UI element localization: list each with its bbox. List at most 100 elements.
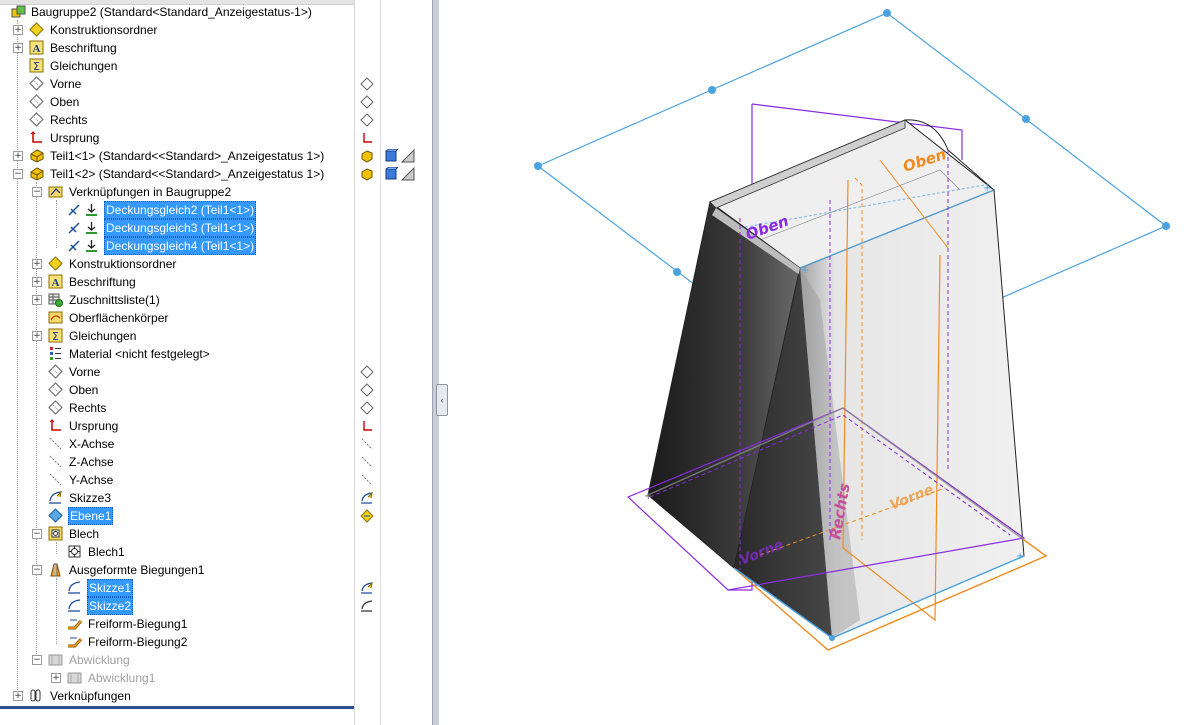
tree-item-p-vorne[interactable]: Vorne [0,363,354,381]
mates-icon [30,689,41,702]
plane-status-icon [360,95,374,109]
tree-item-p-ausgeformt[interactable]: − Ausgeformte Biegungen1 [0,561,354,579]
tree-item-p-freiform2[interactable]: Freiform-Biegung2 [0,633,354,651]
tree-label: Oben [69,383,99,397]
sketch-icon [68,581,81,594]
ref-plane-icon [48,508,63,523]
axis-icon [49,437,62,450]
tree-item-beschriftung[interactable]: + A Beschriftung [0,39,354,57]
tree-item-p-material[interactable]: Material <nicht festgelegt> [0,345,354,363]
tree-item-p-beschriftung[interactable]: + A Beschriftung [0,273,354,291]
tree-item-p-skizze3[interactable]: Skizze3 [0,489,354,507]
sketched-bend-icon [68,637,82,648]
tree-label: Ursprung [69,419,119,433]
component-cube-icon [385,149,398,162]
axis-status-icon [361,438,373,450]
annotations-icon: A [48,274,63,289]
tree-label: Verknüpfungen [50,689,131,703]
panel-splitter[interactable] [420,0,440,725]
tree-item-mate-3[interactable]: Deckungsgleich4 (Teil1<1>) [0,237,354,255]
expand-icon[interactable]: + [13,691,23,701]
tree-label: Ursprung [50,131,100,145]
tree-item-p-oberflaechen[interactable]: Oberflächenkörper [0,309,354,327]
tree-item-p-xachse[interactable]: X-Achse [0,435,354,453]
tree-item-gleichungen[interactable]: Σ Gleichungen [0,57,354,75]
sheet-metal-feature-icon [68,545,81,558]
svg-text:A: A [52,277,60,289]
mate-arrow-icon [86,240,97,252]
tree-item-konstruktionsordner[interactable]: + Konstruktionsordner [0,21,354,39]
expand-icon[interactable]: + [32,259,42,269]
tree-item-p-blech[interactable]: − Blech [0,525,354,543]
origin-status-icon [363,133,372,143]
surface-bodies-icon [48,311,63,324]
tree-item-mates-folder[interactable]: − Verknüpfungen in Baugruppe2 [0,183,354,201]
expand-icon[interactable]: + [13,43,23,53]
tree-item-teil1-1[interactable]: + Teil1<1> (Standard<<Standard>_Anzeiges… [0,147,354,165]
tree-item-p-abwicklung1[interactable]: + Abwicklung1 [0,669,354,687]
tree-label: Freiform-Biegung1 [88,617,188,631]
tree-item-p-zachse[interactable]: Z-Achse [0,453,354,471]
collapse-icon[interactable]: − [32,565,42,575]
tree-item-p-gleichungen[interactable]: + Σ Gleichungen [0,327,354,345]
tree-item-p-yachse[interactable]: Y-Achse [0,471,354,489]
tree-label: Teil1<1> (Standard<<Standard>_Anzeigesta… [50,149,325,163]
tree-item-p-skizze2[interactable]: Skizze2 [0,597,354,615]
collapse-icon[interactable]: − [32,529,42,539]
svg-text:+: + [801,265,809,276]
tree-item-p-zuschnittsliste[interactable]: + Zuschnittsliste(1) [0,291,354,309]
sketch-status-icon [361,491,373,504]
origin-icon [49,419,61,431]
expand-icon[interactable]: + [13,25,23,35]
tree-item-p-ebene1[interactable]: Ebene1 [0,507,354,525]
collapse-icon[interactable]: − [32,655,42,665]
svg-text:Σ: Σ [52,330,59,343]
expand-icon[interactable]: + [32,295,42,305]
graphics-viewport[interactable]: + + + + Oben Oben Rechts Vorne Vorne [446,0,1198,725]
tree-item-oben[interactable]: Oben [0,93,354,111]
plane-icon [48,364,63,379]
material-icon [50,347,61,360]
tree-item-p-abwicklung[interactable]: − Abwicklung [0,651,354,669]
tree-item-p-rechts[interactable]: Rechts [0,399,354,417]
tree-item-rechts[interactable]: Rechts [0,111,354,129]
tree-item-vorne[interactable]: Vorne [0,75,354,93]
tree-item-mate-1[interactable]: Deckungsgleich2 (Teil1<1>) [0,201,354,219]
tree-item-p-freiform1[interactable]: Freiform-Biegung1 [0,615,354,633]
equations-icon: Σ [48,328,63,343]
expand-icon[interactable]: + [32,277,42,287]
tree-item-p-skizze1[interactable]: Skizze1 [0,579,354,597]
tree-label: Teil1<2> (Standard<<Standard>_Anzeigesta… [50,167,325,181]
tree-item-root[interactable]: Baugruppe2 (Standard<Standard_Anzeigesta… [0,3,354,21]
expand-icon[interactable]: + [32,331,42,341]
expand-icon[interactable]: + [51,673,61,683]
tree-item-p-ursprung[interactable]: Ursprung [0,417,354,435]
tree-label: Z-Achse [69,455,114,469]
plane-icon [48,382,63,397]
collapse-icon[interactable]: − [32,187,42,197]
tree-label: Rechts [69,401,107,415]
tree-item-verknuepfungen[interactable]: + Verknüpfungen [0,687,354,705]
expand-icon[interactable]: + [13,151,23,161]
tree-item-p-oben[interactable]: Oben [0,381,354,399]
tree-label: Oberflächenkörper [69,311,169,325]
tree-label-selected: Skizze1 [87,579,134,597]
plane-status-icon [360,383,374,397]
tree-label: Gleichungen [69,329,137,343]
tree-item-teil1-2[interactable]: − Teil1<2> (Standard<<Standard>_Anzeiges… [0,165,354,183]
tree-item-p-konstruktionsordner[interactable]: + Konstruktionsordner [0,255,354,273]
plane-status-icon [360,77,374,91]
plane-status-icon [360,365,374,379]
tree-item-mate-2[interactable]: Deckungsgleich3 (Teil1<1>) [0,219,354,237]
model-view[interactable]: + + + + Oben Oben Rechts Vorne Vorne [446,0,1198,725]
svg-text:+: + [644,491,652,502]
tree-item-p-blech1[interactable]: Blech1 [0,543,354,561]
tree-label-selected: Deckungsgleich3 (Teil1<1>) [104,219,257,237]
part-icon [30,167,44,181]
tree-aux-column [380,0,421,725]
sketched-bend-icon [68,619,82,630]
lofted-bend-icon [50,563,61,577]
axis-status-icon [361,456,373,468]
collapse-icon[interactable]: − [13,169,23,179]
tree-item-ursprung[interactable]: Ursprung [0,129,354,147]
